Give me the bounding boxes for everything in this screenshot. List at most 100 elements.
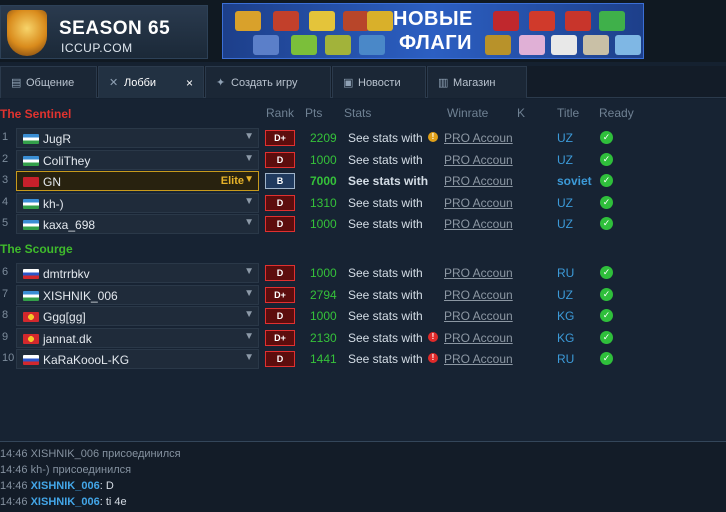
create-game-icon: ✦ xyxy=(216,77,226,89)
ready-check-icon: ✓ xyxy=(600,331,613,344)
flag-icon xyxy=(485,35,511,55)
player-name-box[interactable]: dmtrrbkv ▼ xyxy=(16,263,259,283)
ready-check-icon: ✓ xyxy=(600,309,613,322)
pro-account-link[interactable]: PRO Accoun xyxy=(444,131,513,145)
player-row[interactable]: 10 KaRaKoooL-KG ▼ D 1441 See stats with … xyxy=(0,349,726,369)
chevron-down-icon[interactable]: ▼ xyxy=(244,309,254,320)
player-row[interactable]: 6 dmtrrbkv ▼ D 1000 See stats with PRO A… xyxy=(0,263,726,283)
player-row[interactable]: 8 Ggg[gg] ▼ D 1000 See stats with PRO Ac… xyxy=(0,306,726,326)
chat-time: 14:46 xyxy=(0,464,28,476)
slot-number: 4 xyxy=(2,196,9,208)
slot-number: 9 xyxy=(2,331,9,343)
player-row[interactable]: 9 jannat.dk ▼ D+ 2130 See stats with ! P… xyxy=(0,328,726,348)
flag-icon xyxy=(253,35,279,55)
tab-chat[interactable]: ▤ Общение xyxy=(0,66,97,98)
tab-label: Лобби xyxy=(124,77,157,89)
player-name-box[interactable]: XISHNIK_006 ▼ xyxy=(16,285,259,305)
player-name: JugR xyxy=(43,132,72,146)
player-name-box[interactable]: ColiThey ▼ xyxy=(16,150,259,170)
pro-account-link[interactable]: PRO Accoun xyxy=(444,331,513,345)
stats-text: See stats with xyxy=(348,309,423,323)
ready-check-icon: ✓ xyxy=(600,131,613,144)
chevron-down-icon[interactable]: ▼ xyxy=(244,196,254,207)
chat-icon: ▤ xyxy=(11,77,22,89)
stats-text: See stats with xyxy=(348,352,423,366)
pro-account-link[interactable]: PRO Accoun xyxy=(444,153,513,167)
kg-flag-icon xyxy=(23,312,39,322)
chevron-down-icon[interactable]: ▼ xyxy=(244,217,254,228)
chevron-down-icon[interactable]: ▼ xyxy=(244,266,254,277)
chat-log[interactable]: 14:46 XISHNIK_006 присоединился 14:46 kh… xyxy=(0,441,726,512)
ru-flag-icon xyxy=(23,269,39,279)
uz-flag-icon xyxy=(23,220,39,230)
player-name-box[interactable]: kh-) ▼ xyxy=(16,193,259,213)
tab-lobby[interactable]: ✕ Лобби × xyxy=(98,66,204,98)
chevron-down-icon[interactable]: ▼ xyxy=(244,131,254,142)
player-row[interactable]: 2 ColiThey ▼ D 1000 See stats with PRO A… xyxy=(0,150,726,170)
flag-icon xyxy=(343,11,369,31)
flag-icon xyxy=(493,11,519,31)
player-title: RU xyxy=(557,352,575,366)
chevron-down-icon[interactable]: ▼ xyxy=(244,352,254,363)
player-row[interactable]: 7 XISHNIK_006 ▼ D+ 2794 See stats with P… xyxy=(0,285,726,305)
player-title: UZ xyxy=(557,288,573,302)
chat-username[interactable]: XISHNIK_006 xyxy=(31,496,100,508)
chevron-down-icon[interactable]: ▼ xyxy=(244,174,254,185)
rank-badge: D xyxy=(265,308,295,324)
chevron-down-icon[interactable]: ▼ xyxy=(244,331,254,342)
lobby-window: { "header": { "logo": { "season": "SEASO… xyxy=(0,0,726,512)
player-title: KG xyxy=(557,331,575,345)
chat-text: kh-) присоединился xyxy=(30,464,132,476)
chevron-down-icon[interactable]: ▼ xyxy=(244,288,254,299)
tab-create-game[interactable]: ✦ Создать игру xyxy=(205,66,331,98)
pro-account-link[interactable]: PRO Accoun xyxy=(444,266,513,280)
pro-account-link[interactable]: PRO Accoun xyxy=(444,174,513,188)
chat-line: 14:46 XISHNIK_006: D xyxy=(0,480,114,492)
season-title: SEASON 65 xyxy=(59,18,171,39)
stats-text: See stats with xyxy=(348,331,423,345)
player-name: kh-) xyxy=(43,197,64,211)
tab-shop[interactable]: ▥ Магазин xyxy=(427,66,527,98)
player-name: dmtrrbkv xyxy=(43,267,90,281)
close-icon[interactable]: × xyxy=(186,67,193,99)
tab-label: Создать игру xyxy=(231,77,298,89)
pro-account-link[interactable]: PRO Accoun xyxy=(444,352,513,366)
player-name-box[interactable]: KaRaKoooL-KG ▼ xyxy=(16,349,259,369)
player-row[interactable]: 4 kh-) ▼ D 1310 See stats with PRO Accou… xyxy=(0,193,726,213)
player-name-box[interactable]: jannat.dk ▼ xyxy=(16,328,259,348)
column-winrate: Winrate xyxy=(447,106,489,120)
uz-flag-icon xyxy=(23,291,39,301)
chat-line: 14:46 XISHNIK_006: ti 4e xyxy=(0,496,127,508)
crossed-swords-icon: ✕ xyxy=(109,77,119,89)
pro-account-link[interactable]: PRO Accoun xyxy=(444,196,513,210)
season-logo[interactable]: SEASON 65 ICCUP.COM xyxy=(0,5,208,59)
column-pts: Pts xyxy=(305,106,323,120)
pro-account-link[interactable]: PRO Accoun xyxy=(444,288,513,302)
chevron-down-icon[interactable]: ▼ xyxy=(244,153,254,164)
pro-account-link[interactable]: PRO Accoun xyxy=(444,309,513,323)
player-name-box[interactable]: kaxa_698 ▼ xyxy=(16,214,259,234)
player-name-box[interactable]: Ggg[gg] ▼ xyxy=(16,306,259,326)
ready-check-icon: ✓ xyxy=(600,153,613,166)
player-name-box[interactable]: GN Elite ▼ xyxy=(16,171,259,191)
chat-username[interactable]: XISHNIK_006 xyxy=(31,480,100,492)
player-row[interactable]: 5 kaxa_698 ▼ D 1000 See stats with PRO A… xyxy=(0,214,726,234)
column-rank: Rank xyxy=(266,106,295,120)
flag-icon xyxy=(235,11,261,31)
pro-account-link[interactable]: PRO Accoun xyxy=(444,217,513,231)
player-pts: 1000 xyxy=(310,153,337,167)
chat-time: 14:46 xyxy=(0,480,28,492)
player-row[interactable]: 3 GN Elite ▼ B 7000 See stats with PRO A… xyxy=(0,171,726,191)
flag-icon xyxy=(359,35,385,55)
rank-badge: D xyxy=(265,152,295,168)
player-name: ColiThey xyxy=(43,154,91,168)
uz-flag-icon xyxy=(23,199,39,209)
player-pts: 2794 xyxy=(310,288,337,302)
uz-flag-icon xyxy=(23,156,39,166)
player-name-box[interactable]: JugR ▼ xyxy=(16,128,259,148)
player-row[interactable]: 1 JugR ▼ D+ 2209 See stats with ! PRO Ac… xyxy=(0,128,726,148)
tab-news[interactable]: ▣ Новости xyxy=(332,66,426,98)
flag-icon xyxy=(583,35,609,55)
rank-badge: B xyxy=(265,173,295,189)
new-flags-banner[interactable]: НОВЫЕ ФЛАГИ xyxy=(222,3,644,59)
